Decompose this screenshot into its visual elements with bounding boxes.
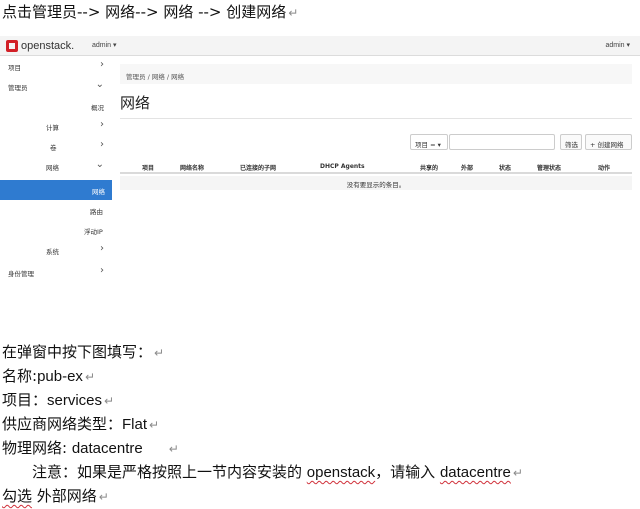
note-text: 注意：如果是严格按照上一节内容安装的	[32, 463, 307, 481]
sidebar-item-overview[interactable]: 概况	[0, 96, 112, 116]
column-header[interactable]: 状态	[499, 163, 511, 172]
table-header: 项目 网络名称 已连接的子网 DHCP Agents 共享的 外部 状态 管理状…	[120, 160, 632, 174]
plus-icon: +	[590, 141, 596, 149]
column-header: 动作	[598, 165, 611, 172]
sidebar-item-floating-ips[interactable]: 浮动IP	[0, 220, 112, 240]
sidebar-item-compute[interactable]: 计算 ›	[0, 116, 112, 136]
paragraph-mark-icon: ↵	[288, 6, 299, 20]
intro-line: 点击管理员--> 网络--> 网络 --> 创建网络 ↵	[2, 2, 298, 23]
note-text-2: ，请输入	[375, 463, 440, 481]
name-line: 名称:pub-ex ↵	[2, 366, 95, 387]
sidebar-item-label: 浮动IP	[84, 228, 103, 236]
logo-text: openstack.	[21, 40, 75, 52]
openstack-logo: openstack.	[6, 39, 74, 53]
sidebar-item-label: 管理员	[8, 84, 28, 92]
sidebar-item-label: 卷	[50, 144, 57, 152]
physical-network-line: 物理网络: datacentre ↵	[2, 438, 179, 459]
name-value: pub-ex	[37, 368, 83, 385]
provider-type-value: Flat	[122, 416, 148, 433]
page-title: 网络	[120, 94, 151, 112]
chevron-down-icon: ⌄	[95, 159, 104, 170]
sidebar: 项目 › 管理员 ⌄ 概况 计算 › 卷 › 网络 ⌄ 网络 路由 浮动IP 系…	[0, 56, 112, 286]
sidebar-item-admin[interactable]: 管理员 ⌄	[0, 76, 112, 96]
physical-network-value: datacentre	[71, 440, 143, 457]
sidebar-item-network[interactable]: 网络 ⌄	[0, 156, 112, 176]
project-label: 项目：	[2, 391, 48, 409]
filter-select[interactable]: 项目 = ▾	[410, 134, 448, 150]
chevron-right-icon: ›	[100, 243, 104, 254]
empty-table-message: 没有要显示的条目。	[120, 176, 632, 190]
sidebar-item-label: 网络	[46, 164, 59, 172]
name-label: 名称:	[2, 367, 38, 385]
sidebar-item-volume[interactable]: 卷 ›	[0, 136, 112, 156]
column-header[interactable]: 已连接的子网	[240, 163, 276, 172]
note-datacentre: datacentre	[439, 464, 511, 481]
top-bar: openstack. admin ▾ admin ▾	[0, 36, 640, 56]
chevron-down-icon: ⌄	[95, 79, 104, 90]
column-header[interactable]: 网络名称	[180, 163, 204, 172]
main-content: 管理员 / 网络 / 网络 网络 项目 = ▾ 筛选 + 创建网络 项目 网络名…	[112, 56, 640, 286]
column-header[interactable]: DHCP Agents	[320, 163, 365, 170]
check-text: 勾选	[2, 487, 33, 505]
project-value: services	[47, 392, 103, 409]
breadcrumb: 管理员 / 网络 / 网络	[120, 64, 632, 84]
sidebar-item-routers[interactable]: 路由	[0, 200, 112, 220]
sidebar-item-label: 系统	[46, 248, 59, 256]
chevron-right-icon: ›	[100, 139, 104, 150]
paragraph-mark-icon: ↵	[104, 394, 115, 408]
divider	[120, 118, 632, 119]
filter-button[interactable]: 筛选	[560, 134, 582, 150]
column-header[interactable]: 管理状态	[537, 163, 561, 172]
sidebar-item-label: 身份管理	[8, 270, 34, 278]
project-line: 项目：services ↵	[2, 390, 114, 411]
external-network-text: 外部网络	[32, 487, 97, 505]
openstack-logo-icon	[6, 40, 18, 52]
column-header[interactable]: 共享的	[420, 163, 438, 172]
sidebar-item-label: 网络	[92, 188, 105, 196]
paragraph-mark-icon: ↵	[168, 442, 179, 456]
chevron-right-icon: ›	[100, 59, 104, 70]
column-header[interactable]: 项目	[142, 163, 154, 172]
column-header[interactable]: 外部	[461, 163, 473, 172]
search-input[interactable]	[449, 134, 555, 150]
create-network-button[interactable]: + 创建网络	[585, 134, 632, 150]
chevron-down-icon: ▾	[437, 141, 441, 149]
create-network-label: 创建网络	[597, 141, 624, 149]
provider-type-line: 供应商网络类型：Flat ↵	[2, 414, 159, 435]
paragraph-mark-icon: ↵	[84, 370, 95, 384]
instruction-text: 在弹窗中按下图填写：	[2, 343, 153, 361]
paragraph-mark-icon: ↵	[98, 490, 109, 504]
sidebar-item-system[interactable]: 系统 ›	[0, 240, 112, 260]
physical-network-label: 物理网络:	[2, 439, 72, 457]
instruction-line-1: 在弹窗中按下图填写： ↵	[2, 342, 164, 363]
sidebar-item-networks[interactable]: 网络	[0, 180, 112, 200]
sidebar-item-label: 概况	[91, 104, 104, 112]
user-menu[interactable]: admin ▾	[605, 41, 630, 49]
paragraph-mark-icon: ↵	[154, 346, 165, 360]
sidebar-item-label: 路由	[90, 208, 103, 216]
sidebar-item-label: 计算	[46, 124, 59, 132]
paragraph-mark-icon: ↵	[512, 466, 523, 480]
chevron-right-icon: ›	[100, 119, 104, 130]
intro-text: 点击管理员--> 网络--> 网络 --> 创建网络	[2, 3, 287, 21]
note-line: 注意：如果是严格按照上一节内容安装的 openstack，请输入 datacen…	[32, 462, 523, 483]
sidebar-item-project[interactable]: 项目 ›	[0, 56, 112, 76]
openstack-screenshot: openstack. admin ▾ admin ▾ 项目 › 管理员 ⌄ 概况…	[0, 36, 640, 286]
filter-label: 项目 =	[415, 141, 436, 149]
checkbox-line: 勾选 外部网络 ↵	[2, 486, 109, 507]
provider-type-label: 供应商网络类型：	[2, 415, 123, 433]
sidebar-item-identity[interactable]: 身份管理 ›	[0, 262, 112, 282]
chevron-right-icon: ›	[100, 265, 104, 276]
note-openstack: openstack	[306, 464, 376, 481]
project-selector[interactable]: admin ▾	[92, 41, 117, 49]
sidebar-item-label: 项目	[8, 64, 21, 72]
paragraph-mark-icon: ↵	[149, 418, 160, 432]
